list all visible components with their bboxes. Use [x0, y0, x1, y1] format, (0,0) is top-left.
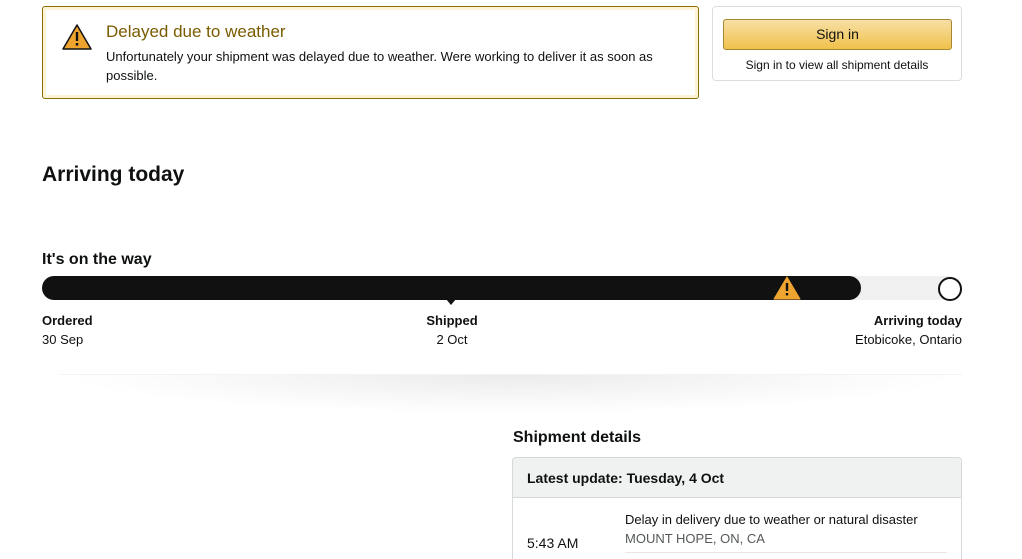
event-description: Delay in delivery due to weather or natu…: [625, 512, 918, 527]
milestone-shipped: Shipped 2 Oct: [392, 311, 512, 349]
event-time: 5:43 AM: [527, 535, 579, 551]
milestone-label: Arriving today: [873, 313, 962, 328]
alert-message: Unfortunately your shipment was delayed …: [106, 49, 653, 83]
shipped-pointer: [446, 299, 456, 305]
milestone-label: Ordered: [42, 313, 93, 328]
delivery-status-heading: Arriving today: [42, 163, 185, 186]
warning-icon: [62, 24, 92, 50]
event-location: MOUNT HOPE, ON, CA: [625, 531, 765, 546]
signin-panel: Sign in Sign in to view all shipment det…: [712, 6, 962, 81]
milestone-location: Etobicoke, Ontario: [855, 332, 962, 347]
destination-circle-icon: [938, 277, 962, 301]
milestone-ordered: Ordered 30 Sep: [42, 311, 93, 349]
alert-title: Delayed due to weather: [106, 22, 286, 41]
sign-in-button[interactable]: Sign in: [723, 19, 952, 50]
milestone-date: 2 Oct: [436, 332, 468, 347]
milestone-label: Shipped: [426, 313, 478, 328]
tracking-page: Delayed due to weather Unfortunately you…: [0, 0, 1022, 559]
milestone-date: 30 Sep: [42, 332, 84, 347]
progress-track: [42, 276, 962, 300]
signin-note: Sign in to view all shipment details: [745, 58, 929, 72]
shipment-details-heading: Shipment details: [513, 429, 642, 446]
milestone-arriving: Arriving today Etobicoke, Ontario: [855, 311, 962, 349]
shipment-details-panel: Latest update: Tuesday, 4 Oct 5:43 AM De…: [512, 457, 962, 559]
event-divider: [625, 552, 947, 553]
latest-update-header: Latest update: Tuesday, 4 Oct: [513, 458, 961, 498]
delay-alert: Delayed due to weather Unfortunately you…: [42, 6, 699, 99]
section-divider: [60, 374, 962, 414]
progress-fill: [42, 276, 861, 300]
progress-warning-icon: [773, 276, 801, 300]
progress-heading: It's on the way: [42, 251, 152, 268]
